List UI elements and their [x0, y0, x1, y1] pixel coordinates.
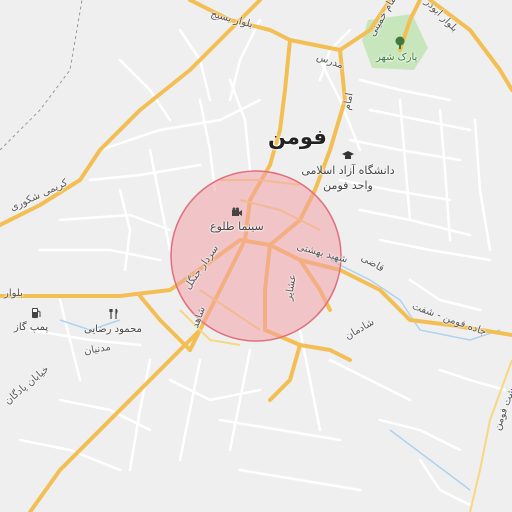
- road-label-bolvar: بلوار: [4, 288, 23, 299]
- boundary-line: [0, 0, 83, 151]
- cinema-icon[interactable]: [231, 206, 243, 218]
- map-canvas[interactable]: فومن دانشگاه آزاد اسلامی واحد فومن سینما…: [0, 0, 512, 512]
- gas-pump-icon[interactable]: [30, 307, 42, 319]
- mahmoud-rezaei-label: محمود رضایی: [84, 324, 142, 335]
- cinema-label: سینما طلوع: [210, 220, 264, 233]
- university-icon[interactable]: [342, 150, 354, 162]
- tree-icon[interactable]: [394, 36, 406, 50]
- restaurant-icon[interactable]: [108, 308, 120, 320]
- city-label: فومن: [268, 125, 327, 149]
- park-label: پارک شهر: [376, 52, 418, 63]
- map-layer: [0, 0, 512, 512]
- university-label: دانشگاه آزاد اسلامی واحد فومن: [301, 164, 395, 192]
- gas-station-label: پمپ گاز: [14, 322, 49, 333]
